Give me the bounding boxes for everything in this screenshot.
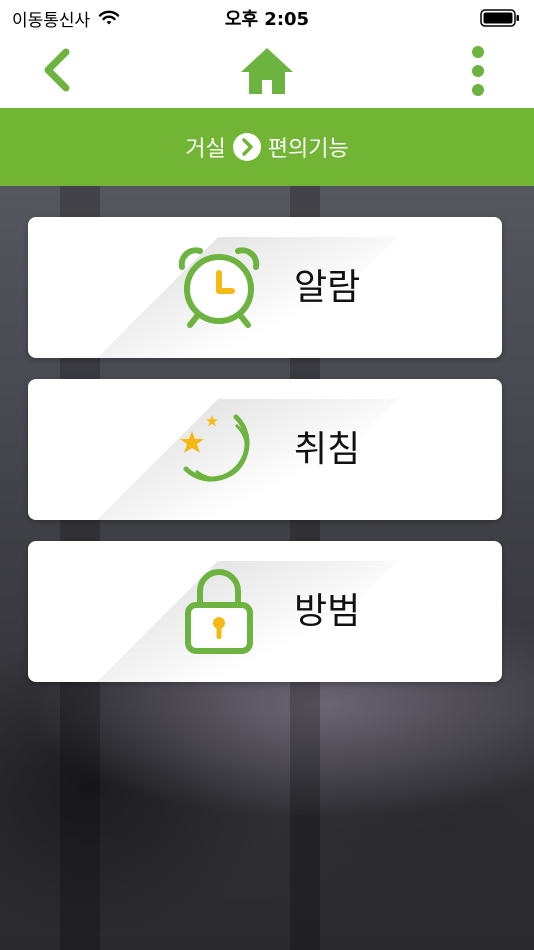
home-icon[interactable]: [238, 44, 296, 96]
breadcrumb-current: 편의기능: [267, 137, 349, 162]
chevron-right-circle-icon: [232, 133, 261, 161]
alarm-clock-icon: [178, 247, 260, 328]
security-label: 방범: [294, 591, 361, 632]
content-area: 알람 취침 방범: [0, 186, 534, 950]
carrier-label: 이동통신사: [12, 10, 91, 31]
back-arrow-icon[interactable]: [36, 46, 76, 94]
alarm-label: 알람: [294, 267, 361, 308]
sleep-label: 취침: [294, 429, 361, 470]
battery-icon: [480, 9, 519, 27]
alarm-card[interactable]: 알람: [28, 217, 502, 358]
breadcrumb-parent[interactable]: 거실: [185, 131, 225, 163]
more-options-icon[interactable]: [466, 44, 490, 100]
sleep-card[interactable]: 취침: [28, 379, 502, 520]
padlock-icon: [185, 569, 253, 654]
status-left: 이동통신사: [12, 6, 120, 31]
moon-stars-icon: [180, 414, 250, 482]
status-bar: 이동통신사 오후 2:05: [0, 0, 534, 36]
top-nav: [0, 36, 534, 108]
breadcrumb: 거실 편의기능: [0, 108, 534, 186]
security-card[interactable]: 방범: [28, 541, 502, 682]
wifi-icon: [99, 10, 120, 25]
